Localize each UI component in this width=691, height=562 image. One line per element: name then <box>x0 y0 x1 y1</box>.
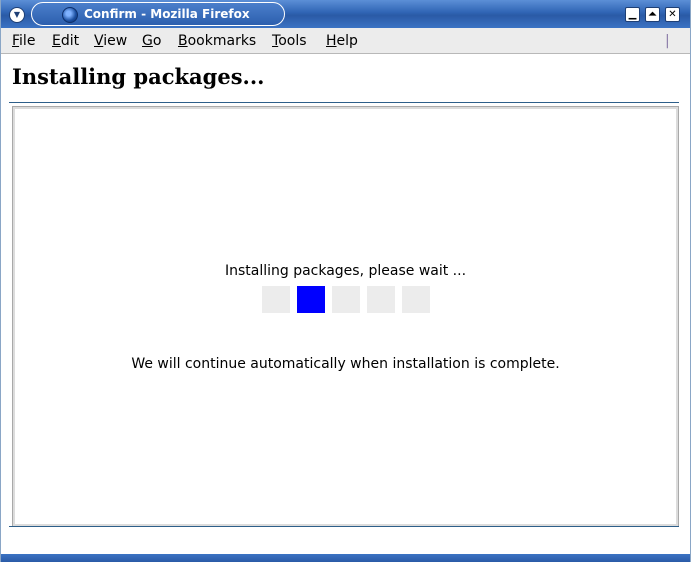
minimize-button[interactable]: ▁ <box>625 7 640 22</box>
menu-bookmarks-accel: B <box>178 33 188 49</box>
progress-cell <box>262 286 290 313</box>
menu-view-rest: iew <box>103 33 128 49</box>
progress-cell <box>332 286 360 313</box>
window-menu-icon[interactable]: ▼ <box>9 7 25 23</box>
maximize-icon: ⏶ <box>648 8 657 20</box>
browser-window: ▼ Confirm - Mozilla Firefox ▁ ⏶ ✕ File E… <box>0 0 691 562</box>
auto-continue-note: We will continue automatically when inst… <box>131 356 560 372</box>
menu-tools-rest: ools <box>278 33 307 49</box>
menu-file[interactable]: File <box>12 33 35 49</box>
maximize-button[interactable]: ⏶ <box>645 7 660 22</box>
progress-cell-active <box>297 286 325 313</box>
content-frame: Installing packages, please wait ... We … <box>12 106 679 527</box>
menu-edit[interactable]: Edit <box>52 33 79 49</box>
menu-help-rest: elp <box>336 33 358 49</box>
menu-edit-rest: dit <box>60 33 80 49</box>
page-title: Installing packages... <box>12 64 265 89</box>
menu-go-accel: G <box>142 33 153 49</box>
title-bar[interactable]: ▼ Confirm - Mozilla Firefox ▁ ⏶ ✕ <box>1 0 690 28</box>
menu-bookmarks-rest: ookmarks <box>187 33 257 49</box>
menu-view[interactable]: View <box>94 33 127 49</box>
menu-edit-accel: E <box>52 33 61 49</box>
bottom-divider <box>9 526 679 527</box>
menu-go[interactable]: Go <box>142 33 161 49</box>
top-divider <box>9 102 679 103</box>
menu-view-accel: V <box>94 33 104 49</box>
menu-help[interactable]: Help <box>326 33 358 49</box>
close-icon: ✕ <box>668 8 677 20</box>
window-bottom-border <box>1 554 690 562</box>
menu-bookmarks[interactable]: Bookmarks <box>178 33 256 49</box>
firefox-icon <box>62 7 78 23</box>
progress-cell <box>402 286 430 313</box>
progress-indicator <box>262 286 430 313</box>
title-tab: Confirm - Mozilla Firefox <box>31 2 285 26</box>
close-button[interactable]: ✕ <box>665 7 680 22</box>
menu-file-rest: ile <box>19 33 36 49</box>
menu-help-accel: H <box>326 33 337 49</box>
install-status-text: Installing packages, please wait ... <box>224 263 467 279</box>
progress-cell <box>367 286 395 313</box>
menubar-grip-icon: | <box>665 33 670 49</box>
menu-file-accel: F <box>12 33 20 49</box>
menu-bar: File Edit View Go Bookmarks Tools Help | <box>1 28 690 54</box>
menu-go-rest: o <box>152 33 162 49</box>
menu-tools[interactable]: Tools <box>272 33 307 49</box>
minimize-icon: ▁ <box>628 8 637 20</box>
window-title: Confirm - Mozilla Firefox <box>84 7 250 21</box>
